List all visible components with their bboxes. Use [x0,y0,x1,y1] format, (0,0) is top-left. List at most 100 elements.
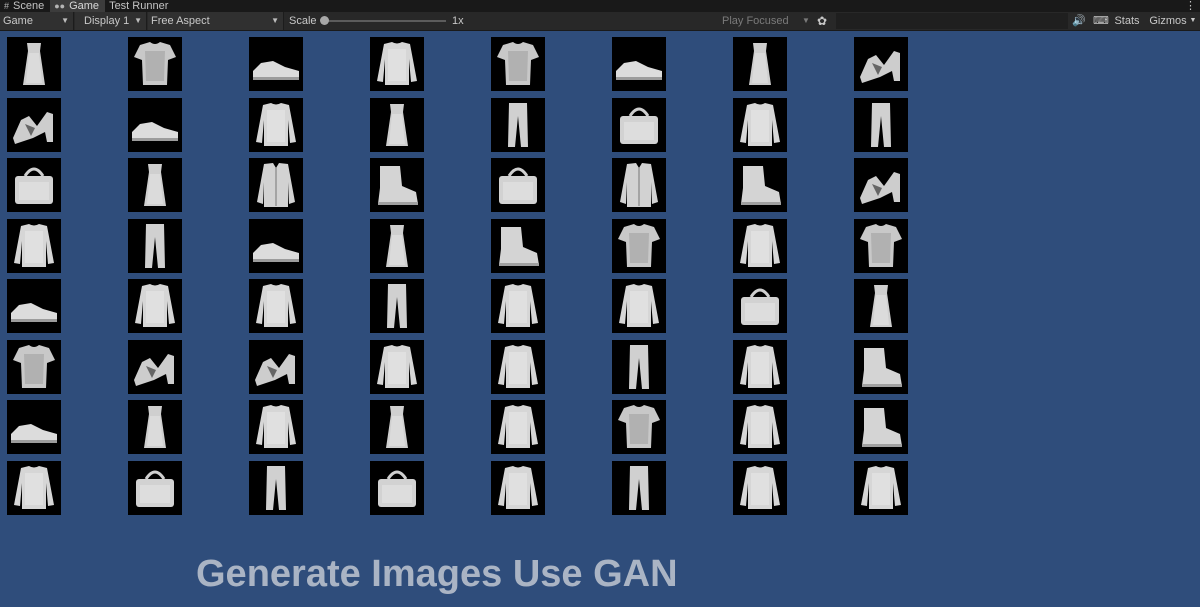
generated-image-45 [491,339,545,394]
generated-image-54 [612,400,666,454]
generated-image-5 [491,37,545,91]
generated-image-14 [612,97,666,152]
chevron-down-icon: ▼ [271,16,279,25]
generated-image-35 [249,279,303,333]
generated-image-21 [491,158,545,212]
generated-image-59 [249,460,303,515]
generated-image-60 [370,460,424,515]
generated-image-56 [854,400,908,454]
toolbar-empty-field [836,13,1068,29]
generated-image-10 [128,97,182,152]
generated-image-7 [733,37,787,91]
generated-image-42 [128,339,182,394]
generated-image-29 [491,218,545,273]
game-view-toolbar: Game ▼ Display 1 ▼ Free Aspect ▼ Scale 1… [0,12,1200,31]
generated-image-47 [733,339,787,394]
generated-image-27 [249,218,303,273]
generated-image-41 [7,339,61,394]
more-options-icon[interactable]: ⋮ [1185,0,1196,12]
tab-scene[interactable]: # Scene [0,0,50,12]
speaker-icon[interactable]: 🔊 [1071,12,1087,30]
generated-image-16 [854,97,908,152]
generated-image-34 [128,279,182,333]
generated-image-57 [7,460,61,515]
keyboard-icon[interactable]: ⌨ [1092,12,1110,30]
scale-slider-track[interactable] [322,20,446,22]
play-mode-dropdown[interactable]: Play Focused ▼ [722,12,812,30]
generated-image-22 [612,158,666,212]
play-mode-label: Play Focused [722,15,789,27]
generated-image-43 [249,339,303,394]
gizmos-button[interactable]: Gizmos [1146,12,1190,30]
tab-game-label: Game [69,0,100,12]
grid-icon: # [4,1,10,11]
generated-image-40 [854,279,908,333]
game-view-dropdown[interactable]: Game ▼ [0,12,74,30]
generated-image-31 [733,218,787,273]
chevron-down-icon: ▼ [802,16,810,25]
chevron-down-icon: ▼ [134,16,142,25]
chevron-down-icon: ▼ [61,16,69,25]
generated-image-25 [7,218,61,273]
scale-slider-handle[interactable] [320,16,329,25]
display-dropdown[interactable]: Display 1 ▼ [75,12,147,30]
generated-image-23 [733,158,787,212]
caption-title: Generate Images Use GAN [196,553,678,595]
generated-image-50 [128,400,182,454]
generated-image-12 [370,97,424,152]
generated-image-39 [733,279,787,333]
generated-image-13 [491,97,545,152]
generated-image-8 [854,37,908,91]
chevron-down-icon[interactable]: ▼ [1188,12,1198,30]
generated-image-49 [7,400,61,454]
generated-image-28 [370,218,424,273]
generated-image-32 [854,218,908,273]
generated-image-17 [7,158,61,212]
generated-image-37 [491,279,545,333]
generated-image-30 [612,218,666,273]
generated-image-11 [249,97,303,152]
generated-image-58 [128,460,182,515]
tab-test-runner[interactable]: Test Runner [105,0,174,12]
generated-image-48 [854,339,908,394]
generated-image-33 [7,279,61,333]
generated-image-38 [612,279,666,333]
generated-image-63 [733,460,787,515]
scale-label: Scale [289,15,317,27]
aspect-dropdown[interactable]: Free Aspect ▼ [148,12,284,30]
gamepad-icon: ●● [54,1,66,11]
generated-image-grid [7,37,908,515]
bug-icon[interactable]: ✿ [817,12,827,30]
scale-value: 1x [452,15,464,27]
generated-image-1 [7,37,61,91]
generated-image-61 [491,460,545,515]
generated-image-55 [733,400,787,454]
tab-test-runner-label: Test Runner [109,0,169,12]
game-view-dropdown-label: Game [3,15,33,27]
generated-image-46 [612,339,666,394]
generated-image-24 [854,158,908,212]
generated-image-4 [370,37,424,91]
tab-scene-label: Scene [13,0,45,12]
generated-image-3 [249,37,303,91]
generated-image-2 [128,37,182,91]
generated-image-9 [7,97,61,152]
generated-image-52 [370,400,424,454]
generated-image-62 [612,460,666,515]
generated-image-44 [370,339,424,394]
editor-tab-bar: # Scene ●● Game Test Runner ⋮ [0,0,1200,12]
generated-image-64 [854,460,908,515]
generated-image-53 [491,400,545,454]
generated-image-15 [733,97,787,152]
generated-image-6 [612,37,666,91]
generated-image-36 [370,279,424,333]
generated-image-26 [128,218,182,273]
generated-image-51 [249,400,303,454]
generated-image-20 [370,158,424,212]
aspect-dropdown-label: Free Aspect [151,15,210,27]
generated-image-19 [249,158,303,212]
stats-button[interactable]: Stats [1113,12,1141,30]
display-dropdown-label: Display 1 [84,15,130,27]
tab-game[interactable]: ●● Game [50,0,106,12]
generated-image-18 [128,158,182,212]
